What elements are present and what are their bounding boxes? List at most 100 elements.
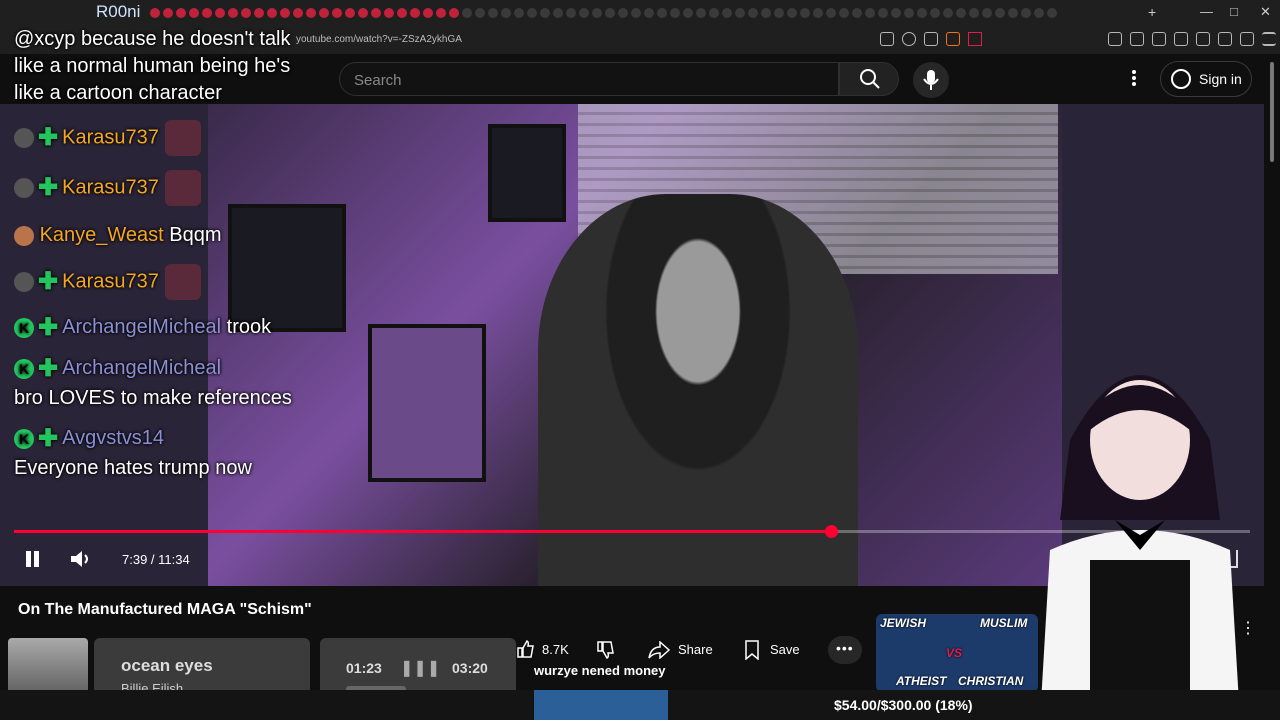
tab-favicon[interactable] bbox=[514, 8, 524, 18]
tab-favicon[interactable] bbox=[917, 8, 927, 18]
like-button[interactable]: 8.7K bbox=[512, 636, 588, 664]
tab-favicon[interactable] bbox=[761, 8, 771, 18]
tab-favicon[interactable] bbox=[644, 8, 654, 18]
tab-favicon[interactable] bbox=[774, 8, 784, 18]
brave-shield-icon[interactable] bbox=[946, 32, 960, 46]
tab-favicon[interactable] bbox=[345, 8, 355, 18]
tab-favicon[interactable] bbox=[566, 8, 576, 18]
tab-favicon[interactable] bbox=[982, 8, 992, 18]
tab-favicon[interactable] bbox=[241, 8, 251, 18]
tab-favicon[interactable] bbox=[1034, 8, 1044, 18]
tab-favicon[interactable] bbox=[228, 8, 238, 18]
tab-favicon[interactable] bbox=[748, 8, 758, 18]
rewards-icon[interactable] bbox=[968, 32, 982, 46]
url-field[interactable]: youtube.com/watch?v=-ZSzA2ykhGA bbox=[296, 34, 462, 45]
share-button[interactable]: Share bbox=[642, 636, 724, 664]
tab-favicon[interactable] bbox=[696, 8, 706, 18]
pause-icon[interactable] bbox=[24, 550, 42, 568]
tab-favicon[interactable] bbox=[852, 8, 862, 18]
tab-favicon[interactable] bbox=[891, 8, 901, 18]
tab-favicon[interactable] bbox=[1047, 8, 1057, 18]
tab-favicon[interactable] bbox=[176, 8, 186, 18]
window-title[interactable]: R00ni bbox=[96, 2, 140, 22]
tab-favicon[interactable] bbox=[1021, 8, 1031, 18]
tab-favicon[interactable] bbox=[371, 8, 381, 18]
tab-favicon[interactable] bbox=[904, 8, 914, 18]
tab-favicon[interactable] bbox=[332, 8, 342, 18]
tab-favicon[interactable] bbox=[306, 8, 316, 18]
screen-icon[interactable] bbox=[880, 32, 894, 46]
voice-search-button[interactable] bbox=[913, 62, 949, 98]
minimize-icon[interactable]: — bbox=[1200, 4, 1213, 19]
tab-favicon[interactable] bbox=[930, 8, 940, 18]
share-page-icon[interactable] bbox=[924, 32, 938, 46]
new-tab-button[interactable]: + bbox=[1148, 4, 1156, 20]
tab-favicon[interactable] bbox=[722, 8, 732, 18]
tab-favicon[interactable] bbox=[592, 8, 602, 18]
tab-favicon[interactable] bbox=[384, 8, 394, 18]
volume-icon[interactable] bbox=[70, 550, 92, 568]
sidebar-icon[interactable] bbox=[1174, 32, 1188, 46]
tab-favicon[interactable] bbox=[618, 8, 628, 18]
tab-favicon[interactable] bbox=[579, 8, 589, 18]
tab-favicon[interactable] bbox=[943, 8, 953, 18]
more-actions-button[interactable]: ••• bbox=[828, 636, 862, 664]
zoom-icon[interactable] bbox=[902, 32, 916, 46]
tab-favicon[interactable] bbox=[813, 8, 823, 18]
tab-favicon[interactable] bbox=[878, 8, 888, 18]
maximize-icon[interactable]: □ bbox=[1230, 4, 1238, 19]
progress-scrubber[interactable] bbox=[825, 525, 838, 538]
tab-favicon[interactable] bbox=[163, 8, 173, 18]
leo-icon[interactable] bbox=[1218, 32, 1232, 46]
tab-favicon[interactable] bbox=[462, 8, 472, 18]
tab-favicon[interactable] bbox=[865, 8, 875, 18]
tab-favicon[interactable] bbox=[1008, 8, 1018, 18]
tab-favicon[interactable] bbox=[423, 8, 433, 18]
tab-favicon[interactable] bbox=[280, 8, 290, 18]
tab-favicon[interactable] bbox=[449, 8, 459, 18]
tab-favicon[interactable] bbox=[709, 8, 719, 18]
tab-favicon[interactable] bbox=[319, 8, 329, 18]
tab-favicon[interactable] bbox=[969, 8, 979, 18]
menu-icon[interactable] bbox=[1262, 32, 1276, 46]
vpn-icon[interactable] bbox=[1240, 32, 1254, 46]
search-button[interactable] bbox=[839, 62, 899, 96]
settings-menu-icon[interactable] bbox=[1126, 68, 1142, 90]
tab-favicon[interactable] bbox=[787, 8, 797, 18]
tab-favicon[interactable] bbox=[254, 8, 264, 18]
tab-favicon[interactable] bbox=[436, 8, 446, 18]
tab-favicon[interactable] bbox=[267, 8, 277, 18]
tab-favicon[interactable] bbox=[215, 8, 225, 18]
tab-favicon[interactable] bbox=[995, 8, 1005, 18]
tab-favicon[interactable] bbox=[631, 8, 641, 18]
tab-favicon[interactable] bbox=[293, 8, 303, 18]
tab-favicon[interactable] bbox=[956, 8, 966, 18]
tab-favicon[interactable] bbox=[358, 8, 368, 18]
tab-favicon[interactable] bbox=[605, 8, 615, 18]
tab-favicon[interactable] bbox=[839, 8, 849, 18]
extension-icon-1[interactable] bbox=[1108, 32, 1122, 46]
tab-bar-dots[interactable] bbox=[150, 8, 1057, 18]
tab-favicon[interactable] bbox=[488, 8, 498, 18]
search-input[interactable]: Search bbox=[339, 62, 839, 96]
tab-favicon[interactable] bbox=[826, 8, 836, 18]
scrollbar-thumb[interactable] bbox=[1270, 62, 1274, 162]
extension-icon-2[interactable] bbox=[1130, 32, 1144, 46]
tab-favicon[interactable] bbox=[683, 8, 693, 18]
tab-favicon[interactable] bbox=[540, 8, 550, 18]
tab-favicon[interactable] bbox=[189, 8, 199, 18]
tab-favicon[interactable] bbox=[735, 8, 745, 18]
tab-favicon[interactable] bbox=[397, 8, 407, 18]
tab-favicon[interactable] bbox=[553, 8, 563, 18]
media-icon[interactable] bbox=[1152, 32, 1166, 46]
tab-favicon[interactable] bbox=[475, 8, 485, 18]
tab-favicon[interactable] bbox=[657, 8, 667, 18]
tab-favicon[interactable] bbox=[527, 8, 537, 18]
tab-favicon[interactable] bbox=[501, 8, 511, 18]
tab-favicon[interactable] bbox=[800, 8, 810, 18]
tab-favicon[interactable] bbox=[150, 8, 160, 18]
tab-favicon[interactable] bbox=[670, 8, 680, 18]
save-button[interactable]: Save bbox=[738, 636, 804, 664]
sign-in-button[interactable]: Sign in bbox=[1160, 61, 1252, 97]
recommended-thumbnail[interactable]: JEWISH MUSLIM VS ATHEIST CHRISTIAN bbox=[876, 614, 1038, 692]
